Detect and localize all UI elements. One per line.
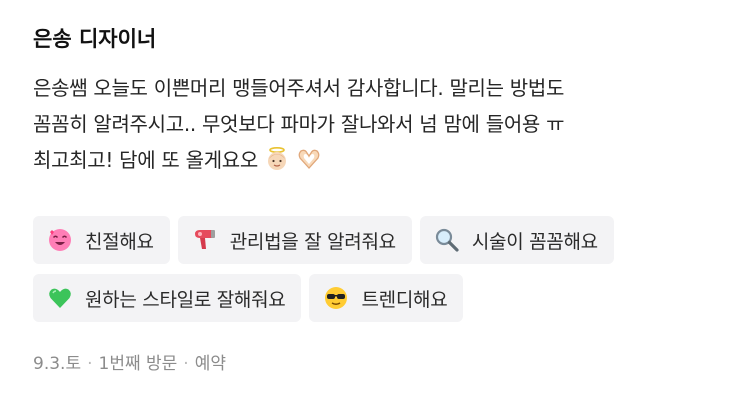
separator: · — [183, 354, 189, 374]
tag-row: 원하는 스타일로 잘해줘요 트렌디해요 — [33, 274, 723, 322]
heart-face-icon — [49, 229, 71, 251]
review-text-line: 은송쌤 오늘도 이쁜머리 맹들어주셔서 감사합니다. 말리는 방법도 — [33, 76, 565, 100]
review-card: 은송 디자이너 은송쌤 오늘도 이쁜머리 맹들어주셔서 감사합니다. 말리는 방… — [33, 24, 713, 178]
review-text: 은송쌤 오늘도 이쁜머리 맹들어주셔서 감사합니다. 말리는 방법도 꼼꼼히 알… — [33, 70, 713, 178]
review-text-line: 최고최고! 담에 또 올게요오 — [33, 148, 258, 172]
review-text-line-last: 최고최고! 담에 또 올게요오 — [33, 142, 713, 178]
tag-kind[interactable]: 친절해요 — [33, 216, 170, 264]
tag-label: 관리법을 잘 알려줘요 — [229, 230, 396, 253]
visit-date: 9.3.토 — [33, 354, 82, 374]
sunglasses-face-icon — [325, 287, 348, 309]
heart-hands-icon — [298, 149, 320, 169]
tag-desired-style[interactable]: 원하는 스타일로 잘해줘요 — [33, 274, 302, 322]
review-text-line: 꼼꼼히 알려주시고.. 무엇보다 파마가 잘나와서 넘 맘에 들어용 ㅠ — [33, 112, 565, 136]
designer-name[interactable]: 은송 디자이너 — [33, 24, 713, 54]
green-heart-icon — [49, 288, 71, 308]
booking-type: 예약 — [194, 354, 226, 374]
tag-label: 원하는 스타일로 잘해줘요 — [85, 288, 286, 311]
review-meta: 9.3.토 · 1번째 방문 · 예약 — [33, 351, 226, 377]
tag-trendy[interactable]: 트렌디해요 — [309, 274, 464, 322]
angel-baby-icon — [268, 146, 286, 170]
separator: · — [87, 354, 93, 374]
tag-label: 트렌디해요 — [361, 288, 448, 311]
tag-label: 시술이 꼼꼼해요 — [471, 230, 598, 253]
tag-care-guide[interactable]: 관리법을 잘 알려줘요 — [177, 216, 412, 264]
tag-row: 친절해요 관리법을 잘 알려줘요 시술이 꼼꼼해요 — [33, 216, 723, 264]
magnifier-icon — [435, 228, 459, 252]
visit-count: 1번째 방문 — [98, 354, 178, 374]
tag-label: 친절해요 — [85, 230, 154, 253]
keyword-tags: 친절해요 관리법을 잘 알려줘요 시술이 꼼꼼해요 원하는 스타일로 잘해줘요 … — [33, 216, 723, 332]
tag-thorough[interactable]: 시술이 꼼꼼해요 — [419, 216, 614, 264]
hair-dryer-icon — [194, 230, 215, 249]
